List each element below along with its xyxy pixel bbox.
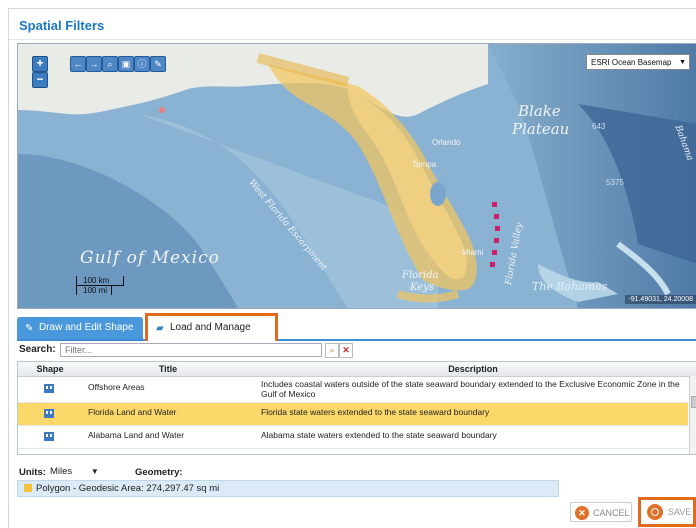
draw-tool-icon[interactable]: ✎ bbox=[150, 56, 166, 72]
table-row[interactable]: Alabama Land and Water Alabama state wat… bbox=[18, 426, 688, 449]
search-input[interactable] bbox=[60, 343, 322, 357]
zoom-out-button[interactable]: − bbox=[32, 72, 48, 88]
geometry-label: Geometry: bbox=[135, 467, 183, 478]
dialog-title: Spatial Filters bbox=[19, 18, 105, 33]
units-select[interactable]: Miles ▼ bbox=[50, 465, 110, 479]
city-orlando: Orlando bbox=[432, 138, 461, 147]
header-title[interactable]: Title bbox=[78, 364, 258, 374]
clear-search-icon[interactable]: ✕ bbox=[339, 343, 353, 358]
zoom-in-button[interactable]: + bbox=[32, 56, 48, 72]
chevron-down-icon: ▼ bbox=[90, 467, 99, 476]
depth-643: 643 bbox=[592, 122, 606, 131]
units-row: Units: Miles ▼ Geometry: bbox=[17, 465, 696, 479]
forward-arrow-icon[interactable]: → bbox=[86, 56, 102, 72]
map-label-florida: Florida bbox=[402, 270, 439, 281]
geometry-summary: Polygon - Geodesic Area: 274,297.47 sq m… bbox=[17, 480, 559, 497]
cancel-button[interactable]: ✕ CANCEL bbox=[570, 502, 632, 522]
select-area-icon[interactable]: ▣ bbox=[118, 56, 134, 72]
search-row: Search: ⌕ ✕ bbox=[17, 341, 696, 359]
tab-draw-label: Draw and Edit Shape bbox=[39, 322, 134, 333]
scale-bar: 100 km 100 mi bbox=[76, 276, 124, 298]
save-icon bbox=[647, 504, 663, 520]
tab-strip: ✎ Draw and Edit Shape ▰Load and Manage Sh… bbox=[17, 313, 696, 357]
back-arrow-icon[interactable]: ← bbox=[70, 56, 86, 72]
coordinate-readout: -91.49031, 24.20008 bbox=[625, 295, 696, 304]
row-description: Alabama state waters extended to the sta… bbox=[261, 430, 497, 440]
shapes-icon: ▰ bbox=[156, 323, 164, 334]
row-title: Florida Land and Water bbox=[88, 407, 177, 417]
cancel-label: CANCEL bbox=[593, 508, 630, 518]
table-header: Shape Title Description bbox=[18, 362, 696, 377]
scrollbar-thumb[interactable] bbox=[691, 396, 696, 408]
map-canvas bbox=[18, 44, 696, 308]
scale-mi: 100 mi bbox=[76, 285, 112, 295]
header-shape[interactable]: Shape bbox=[30, 364, 70, 374]
map-label-bahamas: The Bahamas bbox=[532, 280, 608, 293]
table-row[interactable]: Offshore Areas Includes coastal waters o… bbox=[18, 378, 688, 403]
header-description[interactable]: Description bbox=[258, 364, 688, 374]
basemap-selected-value: ESRI Ocean Basemap bbox=[591, 58, 672, 67]
map-label-plateau: Plateau bbox=[512, 120, 570, 138]
polygon-swatch-icon bbox=[24, 484, 32, 492]
chevron-down-icon: ▼ bbox=[679, 59, 686, 66]
shape-polygon-icon bbox=[44, 432, 54, 441]
units-value: Miles bbox=[50, 466, 73, 477]
city-tampa: Tampa bbox=[412, 160, 437, 169]
row-title: Alabama Land and Water bbox=[88, 430, 185, 440]
map-label-gulf: Gulf of Mexico bbox=[80, 248, 220, 268]
units-label: Units: bbox=[19, 467, 46, 478]
row-title: Offshore Areas bbox=[88, 382, 145, 392]
table-row[interactable]: Florida Land and Water Florida state wat… bbox=[18, 403, 688, 426]
zoom-search-icon[interactable]: ⌕ bbox=[102, 56, 118, 72]
row-description: Includes coastal waters outside of the s… bbox=[261, 379, 680, 399]
row-description: Florida state waters extended to the sta… bbox=[261, 407, 490, 417]
spatial-filters-dialog: Spatial Filters + − ← → ⌕ ▣ ⓘ ✎ ESRI Oce… bbox=[8, 8, 696, 528]
shape-polygon-icon bbox=[44, 384, 54, 393]
geometry-text: Polygon - Geodesic Area: 274,297.47 sq m… bbox=[36, 483, 220, 494]
map-label-keys: Keys bbox=[410, 282, 434, 293]
map-label-blake: Blake bbox=[518, 102, 561, 120]
pencil-icon: ✎ bbox=[25, 323, 34, 334]
save-button[interactable]: SAVE bbox=[638, 497, 696, 527]
save-label: SAVE bbox=[668, 507, 692, 517]
search-icon[interactable]: ⌕ bbox=[325, 343, 339, 358]
shapes-table: Shape Title Description Offshore Areas I… bbox=[17, 361, 696, 455]
shape-polygon-icon bbox=[44, 409, 54, 418]
tab-draw-and-edit-shape[interactable]: ✎ Draw and Edit Shape bbox=[17, 317, 143, 339]
tab-load-and-manage-shapes[interactable]: ▰Load and Manage Shapes bbox=[145, 313, 278, 357]
map-view[interactable]: + − ← → ⌕ ▣ ⓘ ✎ ESRI Ocean Basemap ▼ Bla… bbox=[17, 43, 696, 309]
table-scrollbar[interactable] bbox=[689, 376, 696, 454]
identify-icon[interactable]: ⓘ bbox=[134, 56, 150, 72]
search-label: Search: bbox=[19, 344, 56, 355]
basemap-select[interactable]: ESRI Ocean Basemap ▼ bbox=[586, 54, 690, 70]
cancel-icon: ✕ bbox=[575, 506, 589, 520]
depth-5375: 5375 bbox=[606, 178, 624, 187]
city-miami: Miami bbox=[462, 248, 484, 257]
dialog-title-bar: Spatial Filters bbox=[9, 9, 696, 40]
